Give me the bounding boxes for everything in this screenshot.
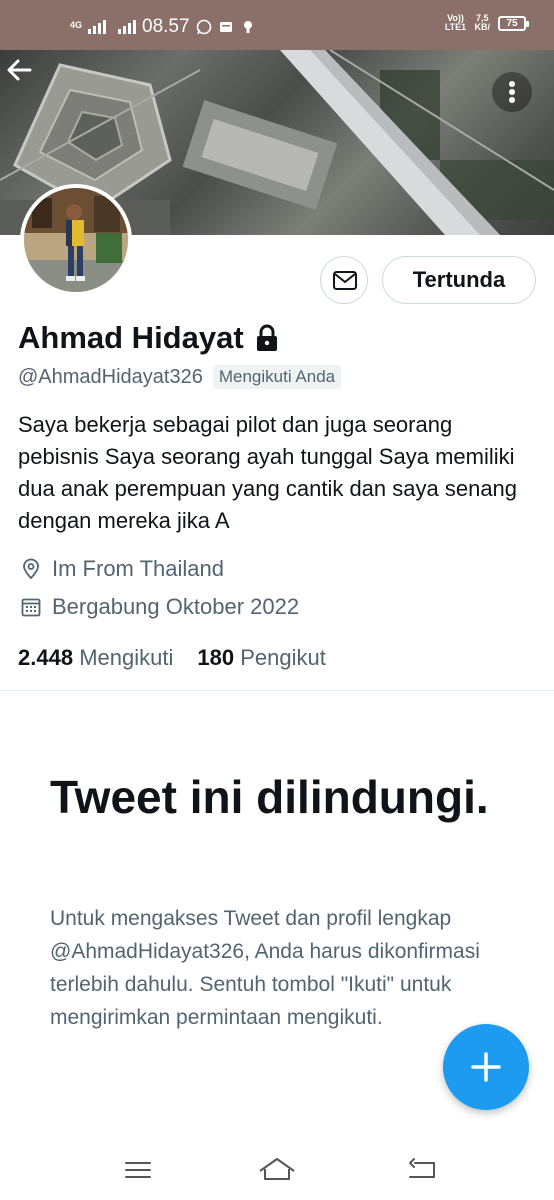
back-icon[interactable] xyxy=(402,1152,442,1188)
followers-link[interactable]: 180 Pengikut xyxy=(197,645,325,671)
plus-icon xyxy=(471,1052,501,1082)
username-handle: @AhmadHidayat326 xyxy=(18,365,203,388)
status-left: 4G 08.57 xyxy=(70,16,256,38)
back-button[interactable] xyxy=(0,50,40,90)
bio-text: Saya bekerja sebagai pilot dan juga seor… xyxy=(18,412,518,533)
battery-icon: 75 xyxy=(498,15,529,31)
envelope-icon xyxy=(333,271,357,290)
status-right: Vo)) LTE1 7,5 KB/ 75 xyxy=(445,14,529,32)
joined-text: Bergabung Oktober 2022 xyxy=(52,594,300,619)
location-row: Im From Thailand xyxy=(20,556,224,582)
avatar[interactable] xyxy=(20,184,132,296)
network-type: 4G xyxy=(70,19,83,30)
followers-count: 180 xyxy=(197,645,235,670)
location-text: Im From Thailand xyxy=(52,556,224,581)
notification-icon xyxy=(219,22,232,32)
name-row: Ahmad Hidayat xyxy=(18,320,280,356)
more-options-button[interactable] xyxy=(492,72,532,112)
followers-label: Pengikut xyxy=(240,645,326,670)
home-icon[interactable] xyxy=(257,1152,297,1188)
follow-stats: 2.448 Mengikuti 180 Pengikut xyxy=(18,645,326,671)
handle-row: @AhmadHidayat326 Mengikuti Anda xyxy=(18,365,342,389)
network-speed: 7,5 KB/ xyxy=(475,14,491,32)
following-count: 2.448 xyxy=(18,645,74,670)
compose-tweet-button[interactable] xyxy=(443,1024,529,1110)
protected-message: Untuk mengakses Tweet dan profil lengkap… xyxy=(50,907,480,1029)
whatsapp-icon xyxy=(196,19,211,35)
divider xyxy=(0,690,554,691)
status-bar: 4G 08.57 Vo)) LTE1 7,5 KB/ 75 xyxy=(0,0,554,50)
bulb-icon xyxy=(243,21,252,33)
menu-icon[interactable] xyxy=(118,1152,158,1188)
following-label: Mengikuti xyxy=(79,645,174,670)
system-nav-bar xyxy=(0,1140,554,1200)
arrow-left-icon xyxy=(7,59,32,81)
clock: 08.57 xyxy=(142,16,190,37)
location-pin-icon xyxy=(23,558,39,580)
volte-indicator: Vo)) LTE1 xyxy=(445,14,467,32)
signal-2-icon xyxy=(118,20,137,34)
pending-follow-button[interactable]: Tertunda xyxy=(382,256,536,304)
avatar-image xyxy=(24,188,128,292)
message-button[interactable] xyxy=(320,256,368,304)
joined-row: Bergabung Oktober 2022 xyxy=(20,594,299,620)
display-name: Ahmad Hidayat xyxy=(18,320,244,355)
protected-title: Tweet ini dilindungi. xyxy=(50,771,489,823)
volte-label: Vo)) LTE1 xyxy=(444,13,467,32)
calendar-icon xyxy=(21,598,41,617)
follows-you-badge: Mengikuti Anda xyxy=(212,365,342,389)
battery-level: 75 xyxy=(506,17,518,29)
speed-unit: KB/ xyxy=(474,22,491,32)
following-link[interactable]: 2.448 Mengikuti xyxy=(18,645,173,671)
signal-icon xyxy=(88,20,107,34)
lock-icon xyxy=(256,324,277,351)
